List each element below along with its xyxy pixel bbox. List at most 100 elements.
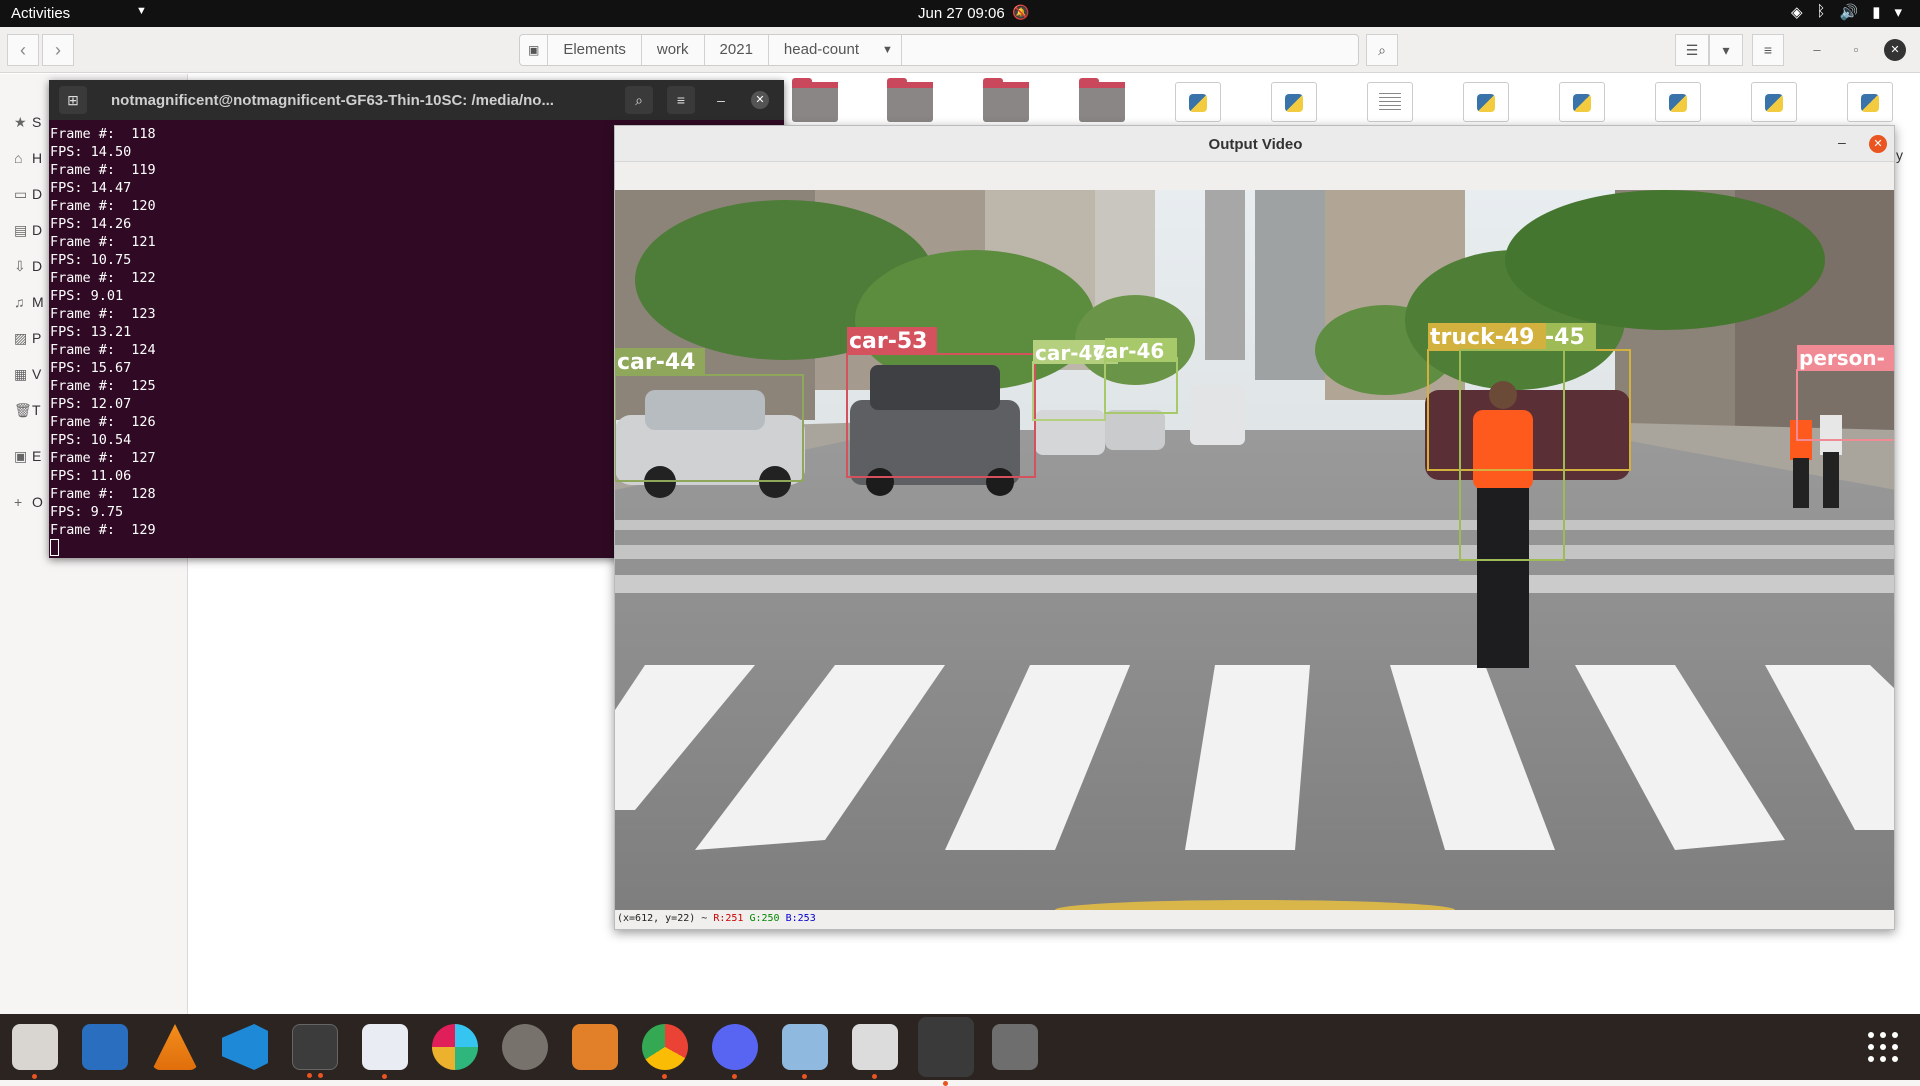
path-segment[interactable]: Elements [548,35,642,65]
notifications-muted-icon: 🔕 [1012,4,1030,20]
building [1255,190,1325,380]
text-file-icon[interactable] [1367,82,1413,122]
battery-icon: ▮ [1872,4,1881,21]
drive-icon: ▣ [14,448,28,464]
sidebar-item[interactable]: ▣ E [14,448,41,465]
settings-icon[interactable] [502,1024,548,1070]
pictures-icon: ▨ [14,330,28,346]
menu-button[interactable]: ≡ [1752,34,1784,66]
terminal-line: Frame #: 122 [50,270,156,286]
close-button[interactable]: ✕ [1884,39,1906,61]
path-segment[interactable]: 2021 [705,35,769,65]
minimize-button[interactable]: – [707,86,735,114]
terminal-line: Frame #: 118 [50,126,156,142]
terminal-line: FPS: 14.50 [50,144,132,160]
wifi-icon: ◈ [1790,4,1803,21]
folder-icon[interactable] [792,78,838,122]
terminal-line: Frame #: 125 [50,378,156,394]
view-options-button[interactable]: ▾ [1709,34,1743,66]
tree [1505,190,1825,330]
terminal-prompt-line [50,539,610,558]
document-viewer-icon[interactable] [852,1024,898,1079]
output-video-window[interactable]: Output Video – ✕ car-44 car-53 car-47 ca… [614,125,1895,930]
videos-icon: ▦ [14,366,28,382]
terminal-icon[interactable] [292,1024,338,1078]
close-button[interactable]: ✕ [751,91,769,109]
folder-icon[interactable] [1079,78,1125,122]
sidebar-item[interactable]: ▤ D [14,222,42,239]
video-frame[interactable]: car-44 car-53 car-47 car-46 truck-49 -45 [615,190,1895,910]
sidebar-item[interactable]: 🗑T [14,402,41,419]
sidebar-item[interactable]: ★ S [14,114,41,131]
python-file-icon[interactable] [1271,82,1317,122]
back-button[interactable]: ‹ [7,34,39,66]
file-label-fragment: y [1896,147,1903,163]
show-applications-icon[interactable] [1868,1032,1898,1062]
power-menu-icon[interactable]: ▾ [1894,3,1902,21]
top-bar: Activities ▼ Jun 27 09:06 🔕 ◈ ᛒ 🔊 ▮ ▾ [0,0,1920,27]
sidebar-item[interactable]: + O [14,494,43,510]
sidebar-item[interactable]: ♫ M [14,294,44,310]
slack-icon[interactable] [432,1024,478,1070]
path-segment[interactable]: work [642,35,705,65]
van [1190,385,1245,445]
path-bar[interactable]: ▣ Elements work 2021 head-count ▼ [519,34,1359,66]
forward-button[interactable]: › [42,34,74,66]
impress-icon[interactable] [572,1024,618,1070]
python-file-icon[interactable] [1175,82,1221,122]
files-icon[interactable] [12,1024,58,1079]
terminal-line: FPS: 14.47 [50,180,132,196]
text-editor-icon[interactable] [362,1024,408,1079]
writer-icon[interactable] [82,1024,128,1070]
python-file-icon[interactable] [1751,82,1797,122]
sidebar-item[interactable]: ⇩ D [14,258,42,275]
sidebar-item[interactable]: ▨ P [14,330,41,347]
car [1035,410,1165,455]
terminal-line: FPS: 9.75 [50,504,124,520]
sidebar-item[interactable]: ⌂ H [14,150,42,166]
new-tab-icon[interactable]: ⊞ [59,86,87,114]
terminal-line: Frame #: 127 [50,450,156,466]
pixel-info-status: (x=612, y=22) ~ R:251 G:250 B:253 [617,913,816,924]
chevron-down-icon[interactable]: ▼ [874,35,902,65]
drive-icon[interactable]: ▣ [520,35,549,65]
video-titlebar[interactable]: Output Video – ✕ [615,126,1894,162]
close-button[interactable]: ✕ [1869,135,1887,153]
file-manager-header: ‹ › ▣ Elements work 2021 head-count ▼ ⌕ … [0,27,1920,73]
restore-button[interactable]: ▫ [1845,39,1867,61]
sidebar-item[interactable]: ▭ D [14,186,42,203]
minimize-button[interactable]: – [1806,39,1828,61]
view-list-button[interactable]: ☰ [1675,34,1709,66]
clock[interactable]: Jun 27 09:06 [918,5,1005,22]
chevron-down-icon[interactable]: ▼ [136,5,147,17]
window-icon[interactable] [918,1017,974,1086]
python-file-icon[interactable] [1847,82,1893,122]
detection-label: car-44 [617,350,695,375]
desktop-icon: ▭ [14,186,28,202]
chrome-icon[interactable] [642,1024,688,1079]
python-file-icon[interactable] [1559,82,1605,122]
minimize-button[interactable]: – [1838,134,1846,150]
package-icon[interactable] [782,1024,828,1079]
activities-button[interactable]: Activities [11,5,70,22]
python-file-icon[interactable] [1655,82,1701,122]
terminal-line: Frame #: 124 [50,342,156,358]
terminal-titlebar[interactable]: ⊞ notmagnificent@notmagnificent-GF63-Thi… [49,80,784,120]
system-tray[interactable]: ◈ ᛒ 🔊 ▮ ▾ [1791,3,1902,21]
folder-icon[interactable] [983,78,1029,122]
search-icon[interactable]: ⌕ [625,86,653,114]
vlc-icon[interactable] [152,1024,198,1070]
maximize-button[interactable] [735,86,745,114]
vscode-icon[interactable] [222,1024,268,1070]
sidebar-item[interactable]: ▦ V [14,366,41,383]
path-segment[interactable]: head-count [769,35,874,65]
search-button[interactable]: ⌕ [1366,34,1398,66]
discord-icon[interactable] [712,1024,758,1079]
menu-icon[interactable]: ≡ [667,86,695,114]
python-file-icon[interactable] [1463,82,1509,122]
building [1205,190,1245,360]
usb-drive-icon[interactable] [992,1024,1038,1070]
terminal-line: FPS: 12.07 [50,396,132,412]
terminal-output[interactable]: Frame #: 118 FPS: 14.50 Frame #: 119 FPS: 1… [50,125,610,558]
folder-icon[interactable] [887,78,933,122]
